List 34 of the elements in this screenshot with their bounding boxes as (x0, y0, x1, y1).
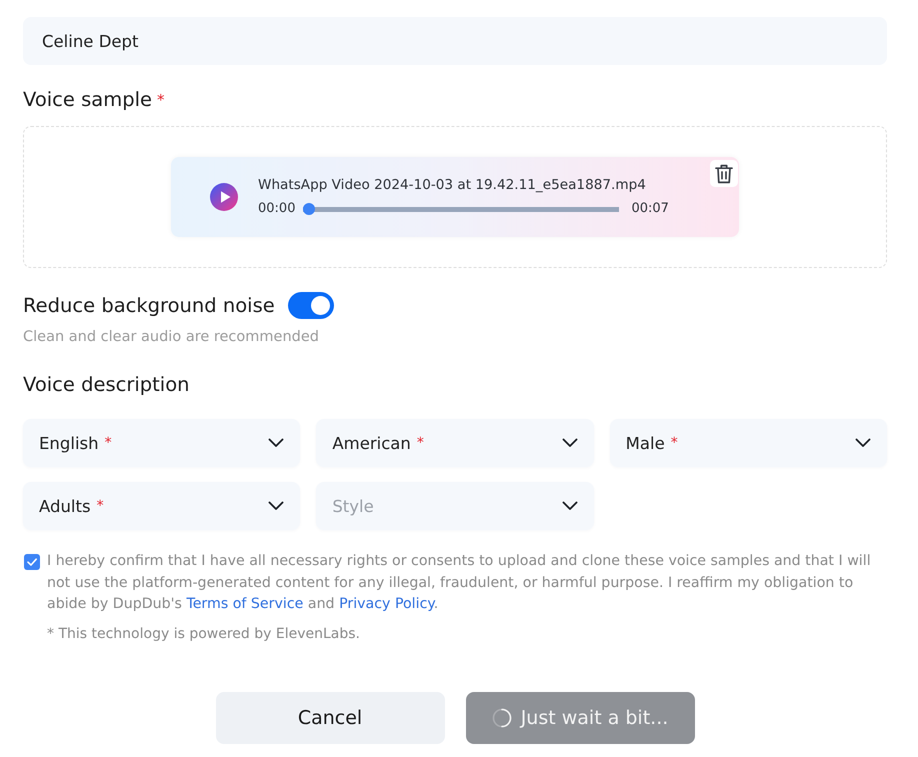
chevron-down-icon (562, 438, 578, 448)
checkbox[interactable] (24, 554, 40, 570)
text-link[interactable]: Terms of Service (186, 596, 304, 612)
toggle-label: Reduce background noise (23, 294, 275, 318)
section-label: Voice sample (23, 88, 152, 112)
dropdown[interactable]: Adults * (23, 482, 300, 530)
delete-button[interactable] (710, 160, 738, 187)
cancel-button[interactable]: Cancel (216, 692, 444, 744)
section-label: Voice description (23, 373, 190, 397)
hint-text: Clean and clear audio are recommended (23, 328, 320, 347)
toggle-switch[interactable] (288, 292, 334, 319)
dropdown[interactable]: English * (23, 419, 300, 467)
dropdown[interactable]: American * (316, 419, 594, 467)
required-mark: * (96, 497, 104, 515)
footnote: * This technology is powered by ElevenLabs. (46, 624, 361, 644)
required-mark: * (670, 434, 678, 452)
chevron-down-icon (855, 438, 871, 448)
trash-icon (715, 164, 733, 184)
spinner-icon (492, 708, 512, 728)
required-mark: * (416, 434, 424, 452)
play-icon[interactable] (210, 183, 238, 211)
chevron-down-icon (562, 501, 578, 511)
chevron-down-icon (268, 438, 284, 448)
required-mark: * (104, 434, 112, 452)
name-input[interactable]: Celine Dept (23, 17, 887, 65)
consent-text: I hereby confirm that I have all necessary rights or consents to upload and clone these voice samples and that I will not use the platform-generated content for any illegal, fraudulent, or harmful purpose. I reaffirm my obligation to abide by DupDub's Terms of Service and Privacy Policy. (47, 552, 872, 614)
file-name: WhatsApp Video 2024-10-03 at 19.42.11_e5ea1887.mp4 (258, 176, 647, 194)
text-link[interactable]: Privacy Policy (339, 596, 434, 612)
chevron-down-icon (268, 501, 284, 511)
current-time: 00:00 (258, 200, 296, 218)
required-mark: * (157, 91, 164, 109)
progress-thumb[interactable] (303, 203, 316, 215)
dropdown[interactable]: Male * (610, 419, 887, 467)
duration-time: 00:07 (631, 200, 669, 218)
